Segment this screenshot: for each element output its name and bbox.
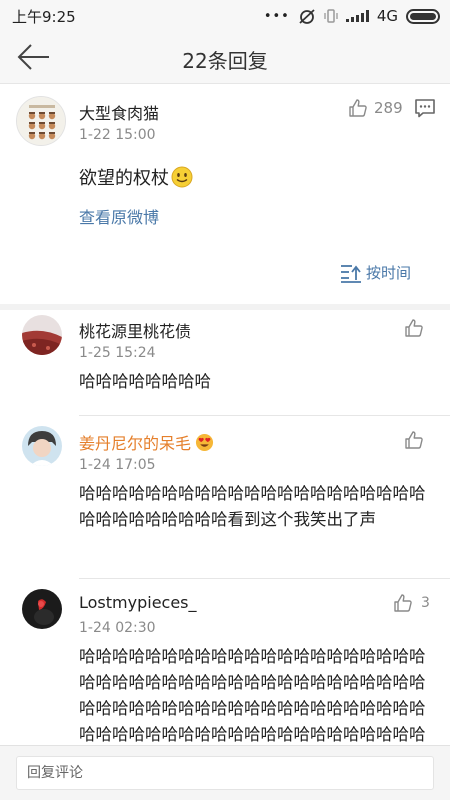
comment-list: 桃花源里桃花债 1-25 15:24 哈哈哈哈哈哈哈哈 姜丹尼尔的呆毛 1-24… (0, 310, 450, 745)
post-username[interactable]: 大型食肉猫 (79, 100, 159, 124)
avatar-image (17, 97, 65, 145)
post-like-button[interactable]: 289 (348, 98, 403, 118)
alarm-off-icon (299, 9, 315, 24)
comment-timestamp: 1-24 17:05 (79, 457, 156, 473)
divider (79, 578, 450, 579)
thumbs-up-icon (349, 99, 367, 117)
main-post: 大型食肉猫 1-22 15:00 289 欲望的权杖 查看原微博 按时间 (0, 84, 450, 304)
thumbs-up-icon (394, 594, 412, 612)
smiley-emoji-icon (171, 166, 193, 188)
reply-comment-input[interactable] (16, 756, 434, 790)
comment-username-text: 姜丹尼尔的呆毛 (79, 434, 192, 453)
sort-icon (341, 264, 361, 283)
comment-text: 哈哈哈哈哈哈哈哈 (79, 372, 211, 391)
comment-icon[interactable] (414, 98, 436, 118)
comment-like-count: 3 (421, 595, 430, 611)
view-original-link[interactable]: 查看原微博 (79, 204, 159, 228)
thumbs-up-icon (405, 319, 423, 337)
post-text-content: 欲望的权杖 (79, 168, 169, 189)
avatar[interactable] (22, 315, 62, 355)
avatar[interactable] (16, 96, 66, 146)
post-like-count: 289 (374, 99, 403, 117)
avatar-image (22, 315, 62, 355)
avatar[interactable] (22, 589, 62, 629)
sort-by-time-toggle[interactable]: 按时间 (340, 262, 411, 283)
more-dots-icon: ••• (263, 8, 290, 24)
thumbs-up-icon (405, 431, 423, 449)
network-type: 4G (376, 7, 398, 25)
comment-text: 哈哈哈哈哈哈哈哈哈哈哈哈哈哈哈哈哈哈哈哈哈哈哈哈哈哈哈哈哈哈看到这个我笑出了声 (79, 484, 426, 529)
signal-icon (345, 10, 369, 22)
avatar-image (22, 589, 62, 629)
comment-username[interactable]: Lostmypieces_ (79, 593, 197, 612)
comment-like-button[interactable]: 3 (393, 593, 430, 613)
post-timestamp: 1-22 15:00 (79, 127, 156, 143)
comment-like-button[interactable] (404, 430, 432, 450)
post-text: 欲望的权杖 (79, 164, 193, 190)
comment-username[interactable]: 姜丹尼尔的呆毛 (79, 430, 214, 454)
avatar[interactable] (22, 426, 62, 466)
page-title: 22条回复 (182, 49, 268, 73)
vibrate-icon (324, 9, 338, 23)
avatar-image (22, 426, 62, 466)
heart-eyes-emoji-icon (195, 433, 214, 451)
status-time: 上午9:25 (12, 7, 76, 26)
header: 22条回复 (0, 32, 450, 84)
status-bar: 上午9:25 ••• 4G (0, 0, 450, 32)
divider (79, 415, 450, 416)
status-icons: ••• 4G (264, 7, 440, 25)
sort-label: 按时间 (366, 264, 412, 282)
comment-timestamp: 1-24 02:30 (79, 620, 156, 636)
comment-text: 哈哈哈哈哈哈哈哈哈哈哈哈哈哈哈哈哈哈哈哈哈哈哈哈哈哈哈哈哈哈哈哈哈哈哈哈哈哈哈哈… (79, 647, 426, 744)
battery-icon (406, 8, 440, 24)
reply-bar (0, 745, 450, 800)
comment-like-button[interactable] (404, 318, 432, 338)
comment-username[interactable]: 桃花源里桃花债 (79, 318, 191, 342)
comment-timestamp: 1-25 15:24 (79, 345, 156, 361)
